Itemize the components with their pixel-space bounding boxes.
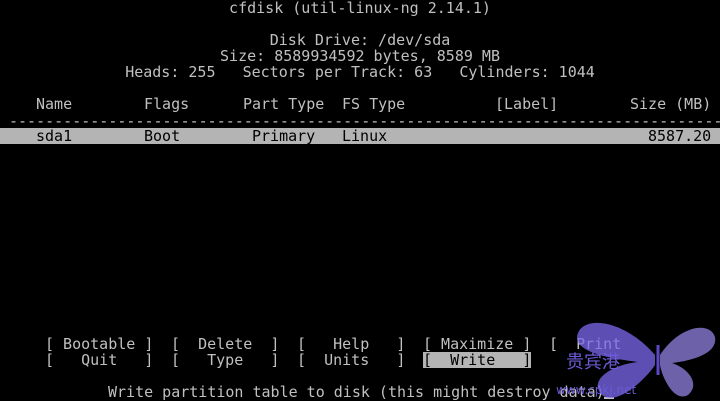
disk-size-label: Size: 8589934592 bytes, 8589 MB [220, 47, 500, 65]
column-header-part-type: Part Type [243, 95, 325, 113]
column-header-size: Size (MB) [630, 95, 712, 113]
type-button[interactable]: [ Type ] [171, 352, 279, 368]
watermark-url: www.cpkj.net [556, 383, 637, 397]
column-header-flags: Flags [144, 95, 190, 113]
write-button[interactable]: [ Write ] [423, 352, 532, 368]
row-flags: Boot [144, 127, 181, 145]
table-row[interactable]: sda1 Boot Primary Linux 8587.20 [0, 128, 720, 144]
bootable-button[interactable]: [ Bootable ] [45, 336, 153, 352]
column-header-fs-type: FS Type [342, 95, 406, 113]
units-button[interactable]: [ Units ] [297, 352, 405, 368]
row-part-type: Primary [252, 127, 316, 145]
delete-button[interactable]: [ Delete ] [171, 336, 279, 352]
disk-drive-label: Disk Drive: /dev/sda [269, 31, 451, 49]
quit-button[interactable]: [ Quit ] [45, 352, 153, 368]
watermark-text: 贵宾港 [566, 352, 620, 373]
maximize-button[interactable]: [ Maximize ] [423, 336, 531, 352]
row-fs-type: Linux [342, 127, 388, 145]
disk-geometry-label: Heads: 255 Sectors per Track: 63 Cylinde… [125, 63, 595, 81]
column-header-label: [Label] [495, 95, 559, 113]
column-header-name: Name [36, 95, 73, 113]
status-message: Write partition table to disk (this migh… [108, 383, 605, 401]
row-name: sda1 [36, 127, 73, 145]
help-button[interactable]: [ Help ] [297, 336, 405, 352]
row-size: 8587.20 [648, 127, 712, 145]
app-title: cfdisk (util-linux-ng 2.14.1) [229, 0, 491, 17]
